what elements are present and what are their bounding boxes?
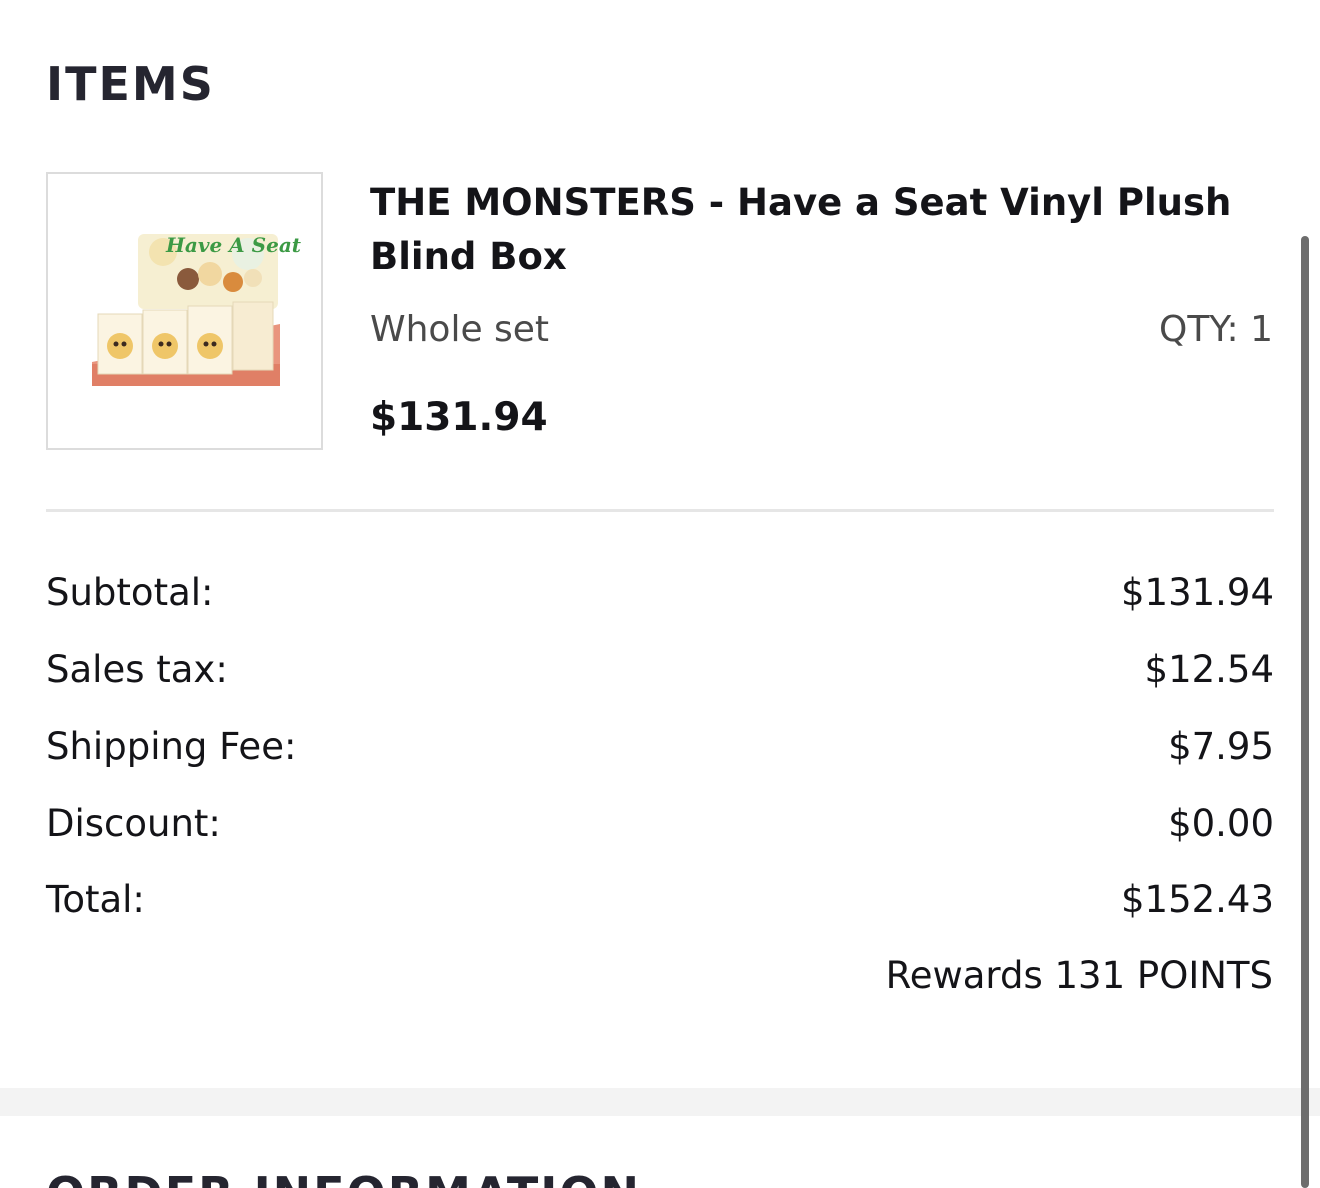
subtotal-value: $131.94 [1120,571,1274,614]
divider [46,509,1274,512]
total-value: $152.43 [1120,878,1274,921]
shipping-fee-label: Shipping Fee: [46,725,297,768]
discount-label: Discount: [46,802,221,845]
sales-tax-label: Sales tax: [46,648,228,691]
shipping-fee-row: Shipping Fee: $7.95 [46,724,1274,770]
order-information-title: ORDER INFORMATION [46,1168,641,1188]
items-section-title: ITEMS [46,57,215,111]
product-image[interactable]: Have A Seat [46,172,323,450]
sales-tax-row: Sales tax: $12.54 [46,647,1274,693]
rewards-points: Rewards 131 POINTS [885,954,1273,997]
scrollbar[interactable] [1301,236,1309,1188]
product-price: $131.94 [370,395,548,440]
subtotal-row: Subtotal: $131.94 [46,570,1274,616]
total-row: Total: $152.43 [46,877,1274,923]
product-quantity: QTY: 1 [1158,309,1273,350]
total-label: Total: [46,878,145,921]
product-image-logo-text: Have A Seat [165,233,302,257]
discount-value: $0.00 [1168,802,1274,845]
subtotal-label: Subtotal: [46,571,214,614]
discount-row: Discount: $0.00 [46,801,1274,847]
sales-tax-value: $12.54 [1144,648,1274,691]
product-box-illustration: Have A Seat [92,233,302,386]
section-separator [0,1088,1320,1116]
product-name[interactable]: THE MONSTERS - Have a Seat Vinyl Plush B… [370,176,1280,284]
shipping-fee-value: $7.95 [1168,725,1274,768]
product-variant: Whole set [370,309,550,350]
